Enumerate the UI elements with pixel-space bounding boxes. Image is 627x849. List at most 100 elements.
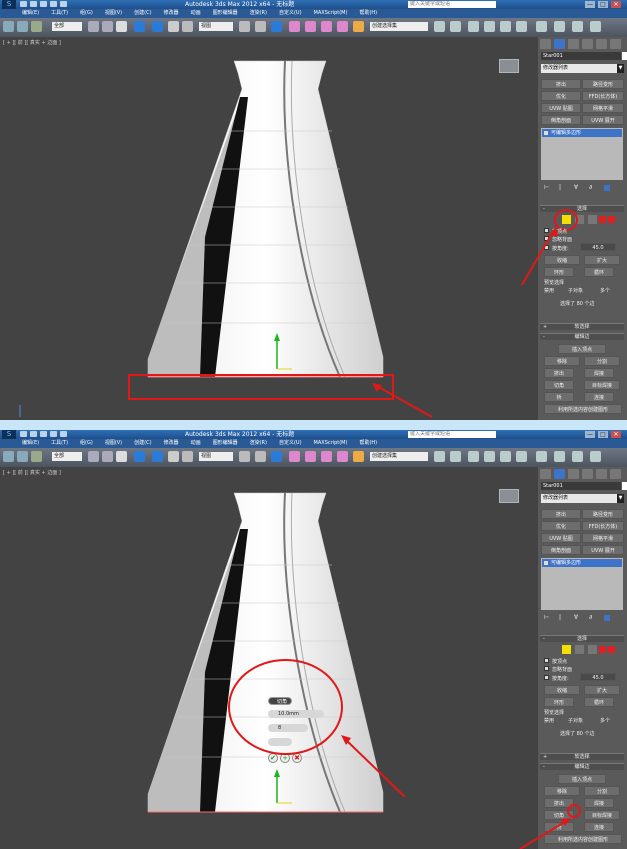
by-angle-checkbox[interactable] — [544, 245, 549, 250]
select-by-name-icon[interactable] — [102, 21, 113, 32]
modify-tab-icon[interactable] — [554, 469, 565, 479]
show-end-result-icon[interactable]: | — [559, 615, 565, 621]
named-selection-dropdown[interactable]: 创建选择集 — [370, 452, 428, 461]
edge-mode-icon[interactable] — [575, 645, 584, 654]
path-deform-button[interactable]: 路径变形 — [582, 509, 624, 519]
loop-button[interactable]: 循环 — [584, 267, 614, 277]
ignore-backfacing-checkbox[interactable] — [544, 236, 549, 241]
weld-button[interactable]: 焊接 — [584, 368, 614, 378]
angle-snap-icon[interactable] — [305, 451, 316, 462]
edit-named-selection-icon[interactable] — [353, 21, 364, 32]
loop-button[interactable]: 循环 — [584, 697, 614, 707]
insert-vertex-button[interactable]: 插入顶点 — [558, 774, 606, 784]
save-icon[interactable] — [40, 1, 47, 7]
ffd-box-button[interactable]: FFD(长方体) — [582, 521, 624, 531]
angle-spinner[interactable]: 45.0 — [580, 673, 616, 681]
apply-plus-icon[interactable]: + — [280, 753, 290, 763]
preview-disabled-radio[interactable]: 禁用 — [544, 287, 554, 294]
menu-animation[interactable]: 动画 — [191, 9, 201, 18]
minimize-button[interactable]: — — [585, 431, 595, 438]
preview-multi-radio[interactable]: 多个 — [600, 287, 610, 294]
menu-help[interactable]: 帮助(H) — [359, 439, 377, 448]
border-mode-icon[interactable] — [588, 215, 597, 224]
chamfer-button[interactable]: 切角 — [544, 810, 574, 820]
meshsmooth-button[interactable]: 网格平滑 — [582, 533, 624, 543]
material-editor-icon[interactable] — [536, 451, 547, 462]
grow-button[interactable]: 扩大 — [584, 685, 620, 695]
keyboard-shortcut-icon[interactable] — [271, 451, 282, 462]
minimize-button[interactable]: — — [585, 1, 595, 8]
open-icon[interactable] — [30, 1, 37, 7]
polygon-mode-icon[interactable] — [599, 646, 606, 653]
stack-item-editable-poly[interactable]: 可编辑多边形 — [542, 129, 622, 137]
ignore-backfacing-checkbox[interactable] — [544, 666, 549, 671]
utilities-tab-icon[interactable] — [610, 469, 621, 479]
unwrap-uvw-button[interactable]: UVW 展开 — [582, 115, 624, 125]
menu-animation[interactable]: 动画 — [191, 439, 201, 448]
show-end-result-icon[interactable]: | — [559, 185, 565, 191]
angle-spinner[interactable]: 45.0 — [580, 243, 616, 251]
preview-disabled-radio[interactable]: 禁用 — [544, 717, 554, 724]
split-button[interactable]: 分割 — [584, 786, 620, 796]
uvw-map-button[interactable]: UVW 贴图 — [541, 103, 581, 113]
object-color-swatch[interactable] — [622, 52, 627, 60]
remove-button[interactable]: 移除 — [544, 786, 580, 796]
scale-icon[interactable] — [182, 451, 193, 462]
modifier-list-dropdown[interactable]: 修改器列表 — [541, 494, 621, 503]
target-weld-button[interactable]: 目标焊接 — [584, 810, 620, 820]
vase-model[interactable] — [0, 37, 538, 420]
align-icon[interactable] — [450, 21, 461, 32]
by-angle-checkbox[interactable] — [544, 675, 549, 680]
modify-tab-icon[interactable] — [554, 39, 565, 49]
modifier-stack[interactable]: 可编辑多边形 — [541, 558, 623, 610]
rect-selection-icon[interactable] — [116, 21, 127, 32]
ring-button[interactable]: 环形 — [544, 267, 574, 277]
named-selection-dropdown[interactable]: 创建选择集 — [370, 22, 428, 31]
pin-stack-icon[interactable]: ⊢ — [544, 615, 550, 621]
element-mode-icon[interactable] — [608, 216, 615, 223]
menu-maxscript[interactable]: MAXScript(M) — [314, 439, 348, 448]
layer-manager-icon[interactable] — [468, 451, 479, 462]
selection-rollout-header[interactable]: - 选择 — [540, 205, 624, 212]
configure-sets-icon[interactable] — [604, 615, 610, 621]
object-name-field[interactable]: Star001 — [541, 482, 621, 490]
select-by-name-icon[interactable] — [102, 451, 113, 462]
unlink-icon[interactable] — [17, 21, 28, 32]
ffd-box-button[interactable]: FFD(长方体) — [582, 91, 624, 101]
menu-rendering[interactable]: 渲染(R) — [250, 9, 267, 18]
select-object-icon[interactable] — [88, 451, 99, 462]
render-setup-icon[interactable] — [554, 451, 565, 462]
extrude-button[interactable]: 挤出 — [544, 798, 574, 808]
snaps-toggle-icon[interactable] — [289, 21, 300, 32]
preview-subobject-radio[interactable]: 子对象 — [568, 717, 583, 724]
rotate-icon[interactable] — [168, 21, 179, 32]
expand-icon[interactable] — [544, 561, 548, 565]
pin-stack-icon[interactable]: ⊢ — [544, 185, 550, 191]
create-shape-button[interactable]: 利用所选内容创建图形 — [544, 834, 622, 844]
chamfer-button[interactable]: 切角 — [544, 380, 574, 390]
menu-tools[interactable]: 工具(T) — [51, 9, 68, 18]
selection-filter-dropdown[interactable]: 全部 — [52, 452, 82, 461]
chamfer-amount-spinner[interactable]: 10.0mm — [268, 710, 324, 718]
unlink-icon[interactable] — [17, 451, 28, 462]
menu-modifiers[interactable]: 修改器 — [164, 9, 179, 18]
soft-selection-rollout-header[interactable]: + 软选择 — [540, 753, 624, 760]
edit-edges-rollout-header[interactable]: - 编辑边 — [540, 333, 624, 340]
link-icon[interactable] — [3, 451, 14, 462]
menu-create[interactable]: 创建(C) — [134, 9, 151, 18]
border-mode-icon[interactable] — [588, 645, 597, 654]
graphite-toggle-icon[interactable] — [484, 451, 495, 462]
window-crossing-icon[interactable] — [134, 451, 145, 462]
open-icon[interactable] — [30, 431, 37, 437]
motion-tab-icon[interactable] — [582, 469, 593, 479]
menu-create[interactable]: 创建(C) — [134, 439, 151, 448]
select-manipulate-icon[interactable] — [255, 451, 266, 462]
select-object-icon[interactable] — [88, 21, 99, 32]
search-input[interactable]: 键入关键字或短语 — [408, 431, 496, 438]
open-chamfer-toggle[interactable] — [268, 738, 292, 746]
menu-edit[interactable]: 编辑(E) — [22, 439, 39, 448]
render-icon[interactable] — [590, 21, 601, 32]
close-button[interactable]: ✕ — [611, 1, 621, 8]
hierarchy-tab-icon[interactable] — [568, 39, 579, 49]
create-tab-icon[interactable] — [540, 39, 551, 49]
